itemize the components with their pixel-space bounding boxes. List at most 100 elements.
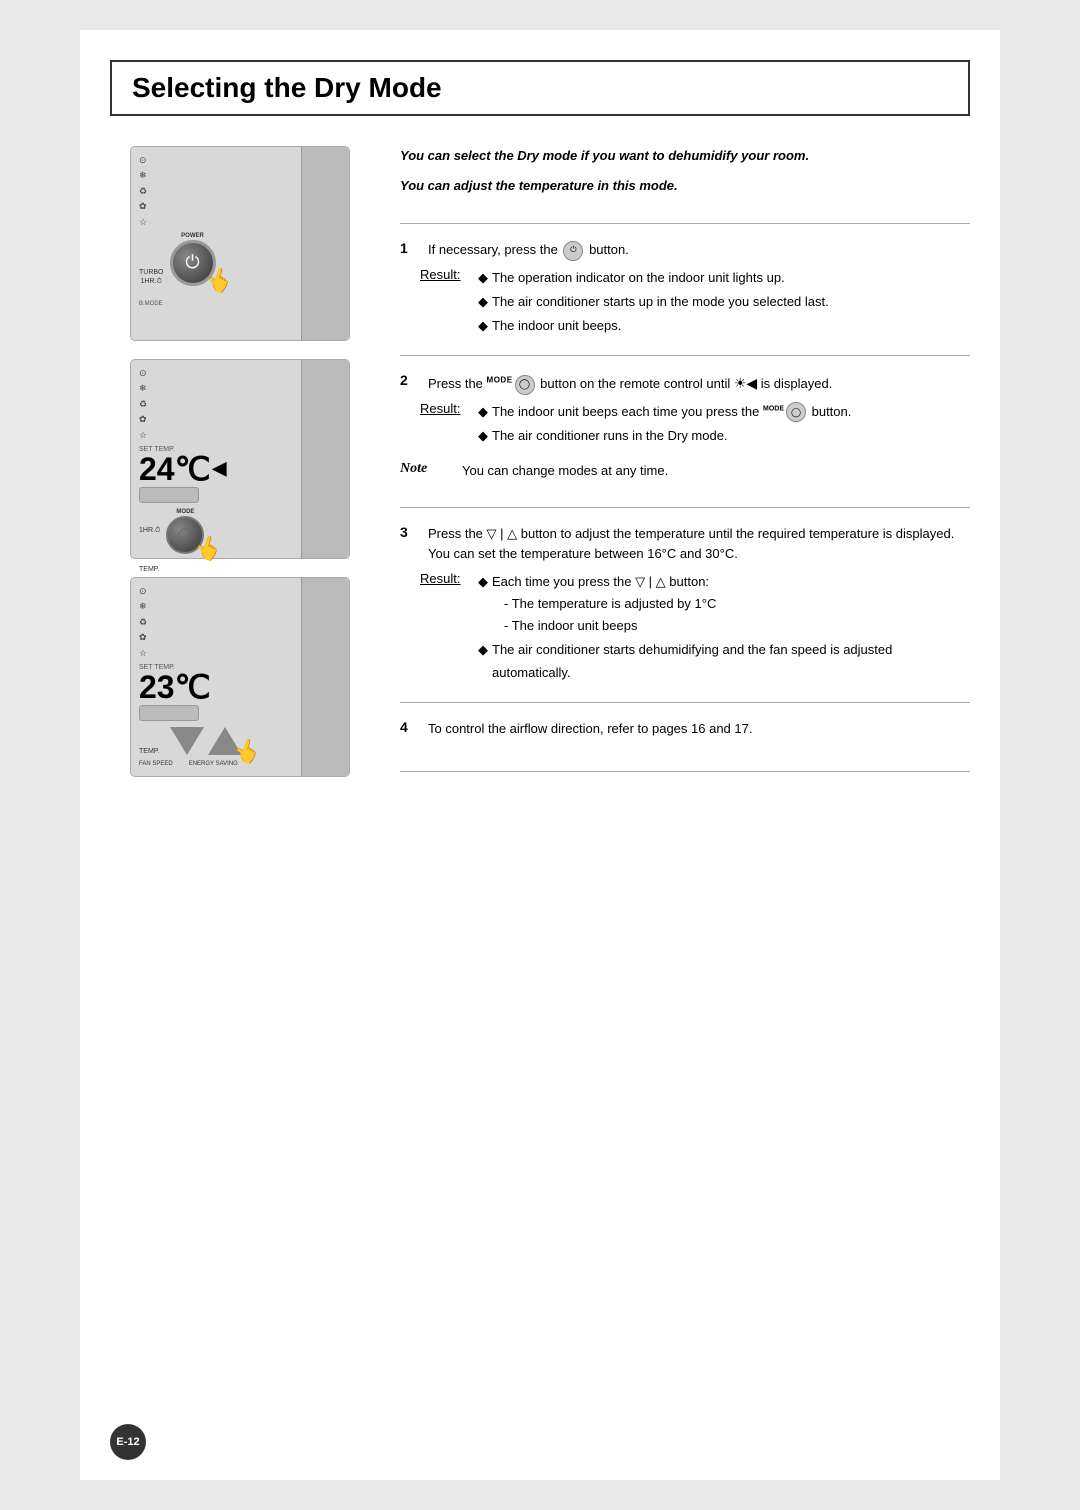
remote-icons-1: ⊙ ❄ ♻ ✿ ☆ xyxy=(139,153,289,229)
page: Selecting the Dry Mode ⊙ ❄ ♻ ✿ ☆ xyxy=(80,30,1000,1480)
step-3-section: 3 Press the ▽ | △ button to adjust the t… xyxy=(400,507,970,702)
step-3-result-content: ◆ Each time you press the ▽ | △ button: … xyxy=(478,571,970,685)
icon-drop-2: ♻ xyxy=(139,397,289,411)
mode-superscript: MODE xyxy=(487,376,513,385)
step-1-bullet-2-text: The air conditioner starts up in the mod… xyxy=(492,291,829,313)
remote-content-1: ⊙ ❄ ♻ ✿ ☆ TURBO 1HR.⏱ POWER xyxy=(139,153,289,310)
remote-content-3: ⊙ ❄ ♻ ✿ ☆ SET TEMP. 23℃ xyxy=(139,584,289,767)
step-2-text-mid: button on the remote control until xyxy=(540,376,734,391)
step-3-sub: You can set the temperature between 16°C… xyxy=(428,546,738,561)
remote-image-2: ⊙ ❄ ♻ ✿ ☆ SET TEMP. 24℃ ◀ xyxy=(130,359,350,559)
hr-label: 1HR.⏱ xyxy=(141,278,162,286)
remote-sidebar-3 xyxy=(301,578,349,776)
fan-speed-label: FAN SPEED xyxy=(139,761,173,767)
step-1-result-content: ◆ The operation indicator on the indoor … xyxy=(478,267,829,339)
step-1-content: If necessary, press the ⏻ button. xyxy=(428,240,970,261)
icon-snowflake: ❄ xyxy=(139,168,289,182)
step-1-bullet-1: ◆ The operation indicator on the indoor … xyxy=(478,267,829,289)
temp-row-3: 23℃ xyxy=(139,671,289,703)
bullet-sym-4: ◆ xyxy=(478,401,488,423)
indicator-bar-3 xyxy=(139,705,199,721)
step-1-bullet-3: ◆ The indoor unit beeps. xyxy=(478,315,829,337)
step-2-result-content: ◆ The indoor unit beeps each time you pr… xyxy=(478,401,851,449)
bullet-sym-6: ◆ xyxy=(478,571,488,637)
bottom-rule xyxy=(400,771,970,772)
mode-inline-btn: ◯ xyxy=(515,375,535,395)
turbo-label: TURBO xyxy=(139,269,164,276)
temp-label-3: TEMP. xyxy=(139,748,160,755)
icon-sun-3: ✿ xyxy=(139,630,289,644)
temp-buttons-area: 👆 xyxy=(170,727,242,755)
turbo-area: TURBO 1HR.⏱ xyxy=(139,269,164,286)
icon-fan-2: ⊙ xyxy=(139,366,289,380)
icon-drop-3: ♻ xyxy=(139,615,289,629)
energy-saving-label: ENERGY SAVING xyxy=(189,761,238,767)
mode-icon: ◯ xyxy=(178,526,194,543)
step-1-num: 1 xyxy=(400,240,416,261)
step-1-section: 1 If necessary, press the ⏻ button. Resu… xyxy=(400,223,970,355)
remote-image-1: ⊙ ❄ ♻ ✿ ☆ TURBO 1HR.⏱ POWER xyxy=(130,146,350,341)
remote-image-3: ⊙ ❄ ♻ ✿ ☆ SET TEMP. 23℃ xyxy=(130,577,350,777)
step-2-text-before: Press the xyxy=(428,376,487,391)
temp-value-2: 24℃ xyxy=(139,453,211,485)
arrow-2: ◀ xyxy=(213,458,227,479)
icon-fan: ⊙ xyxy=(139,153,289,167)
step-3-result: Result: ◆ Each time you press the ▽ | △ … xyxy=(420,571,970,685)
note-text: You can change modes at any time. xyxy=(462,461,668,481)
step-1-result-label: Result: xyxy=(420,267,472,339)
temp-display-area-3: SET TEMP. 23℃ xyxy=(139,664,289,721)
temp-row-2: 24℃ ◀ xyxy=(139,453,289,485)
step-1-text-after: button. xyxy=(589,242,629,257)
step-2-result: Result: ◆ The indoor unit beeps each tim… xyxy=(420,401,970,449)
page-title: Selecting the Dry Mode xyxy=(132,72,948,104)
step-2-bullet-2-text: The air conditioner runs in the Dry mode… xyxy=(492,425,728,447)
icon-star-2: ☆ xyxy=(139,428,289,442)
step-1-result: Result: ◆ The operation indicator on the… xyxy=(420,267,970,339)
step-4-num: 4 xyxy=(400,719,416,740)
bottom-row-3: TEMP. 👆 xyxy=(139,727,289,755)
mode-button-area: MODE ◯ 👆 xyxy=(166,509,204,554)
remote-sidebar-1 xyxy=(301,147,349,340)
step-4-section: 4 To control the airflow direction, refe… xyxy=(400,702,970,762)
temp-label-area-3: TEMP. xyxy=(139,748,160,755)
step-2-num: 2 xyxy=(400,372,416,395)
intro-line2: You can adjust the temperature in this m… xyxy=(400,176,970,196)
step-3-text: Press the ▽ | △ button to adjust the tem… xyxy=(428,526,954,541)
step-3-result-label: Result: xyxy=(420,571,472,685)
icon-sun: ✿ xyxy=(139,199,289,213)
step-2-bullet-1-text: The indoor unit beeps each time you pres… xyxy=(492,401,851,423)
power-inline-btn: ⏻ xyxy=(563,241,583,261)
bottom-row-2: 1HR.⏱ MODE ◯ 👆 xyxy=(139,509,289,554)
temp-down-button[interactable] xyxy=(170,727,204,755)
left-panel: ⊙ ❄ ♻ ✿ ☆ TURBO 1HR.⏱ POWER xyxy=(110,146,370,777)
intro-line1: You can select the Dry mode if you want … xyxy=(400,146,970,166)
dry-icon-inline: ☀◀ xyxy=(734,375,757,391)
icon-star-3: ☆ xyxy=(139,646,289,660)
power-icon: ⏻ xyxy=(185,252,199,273)
bullet-sym-7: ◆ xyxy=(478,639,488,683)
remote-button-row-1: TURBO 1HR.⏱ POWER ⏻ 👆 xyxy=(139,233,289,286)
step-4-row: 4 To control the airflow direction, refe… xyxy=(400,719,970,740)
step-3-bullet-2-text: The air conditioner starts dehumidifying… xyxy=(492,639,970,683)
bmode-label: B.MODE xyxy=(139,301,163,307)
step-2-result-label: Result: xyxy=(420,401,472,449)
page-title-box: Selecting the Dry Mode xyxy=(110,60,970,116)
temp-value-3: 23℃ xyxy=(139,671,211,703)
note-row: Note You can change modes at any time. xyxy=(400,461,970,481)
bullet-sym-1: ◆ xyxy=(478,267,488,289)
icon-snowflake-2: ❄ xyxy=(139,381,289,395)
step-4-content: To control the airflow direction, refer … xyxy=(428,719,970,740)
bullet-sym-5: ◆ xyxy=(478,425,488,447)
step-1-bullet-3-text: The indoor unit beeps. xyxy=(492,315,621,337)
right-panel: You can select the Dry mode if you want … xyxy=(390,146,970,777)
icon-fan-3: ⊙ xyxy=(139,584,289,598)
step-3-bullet-1-text: Each time you press the ▽ | △ button: - … xyxy=(492,571,716,637)
temp-display-area-2: SET TEMP. 24℃ ◀ xyxy=(139,446,289,503)
mode-btn-label: MODE xyxy=(176,509,194,515)
step-2-bullet-1: ◆ The indoor unit beeps each time you pr… xyxy=(478,401,851,423)
step-1-text-before: If necessary, press the xyxy=(428,242,561,257)
remote-icons-3: ⊙ ❄ ♻ ✿ ☆ xyxy=(139,584,289,660)
step-1-row: 1 If necessary, press the ⏻ button. xyxy=(400,240,970,261)
step-2-row: 2 Press the MODE◯ button on the remote c… xyxy=(400,372,970,395)
step-2-bullet-2: ◆ The air conditioner runs in the Dry mo… xyxy=(478,425,851,447)
